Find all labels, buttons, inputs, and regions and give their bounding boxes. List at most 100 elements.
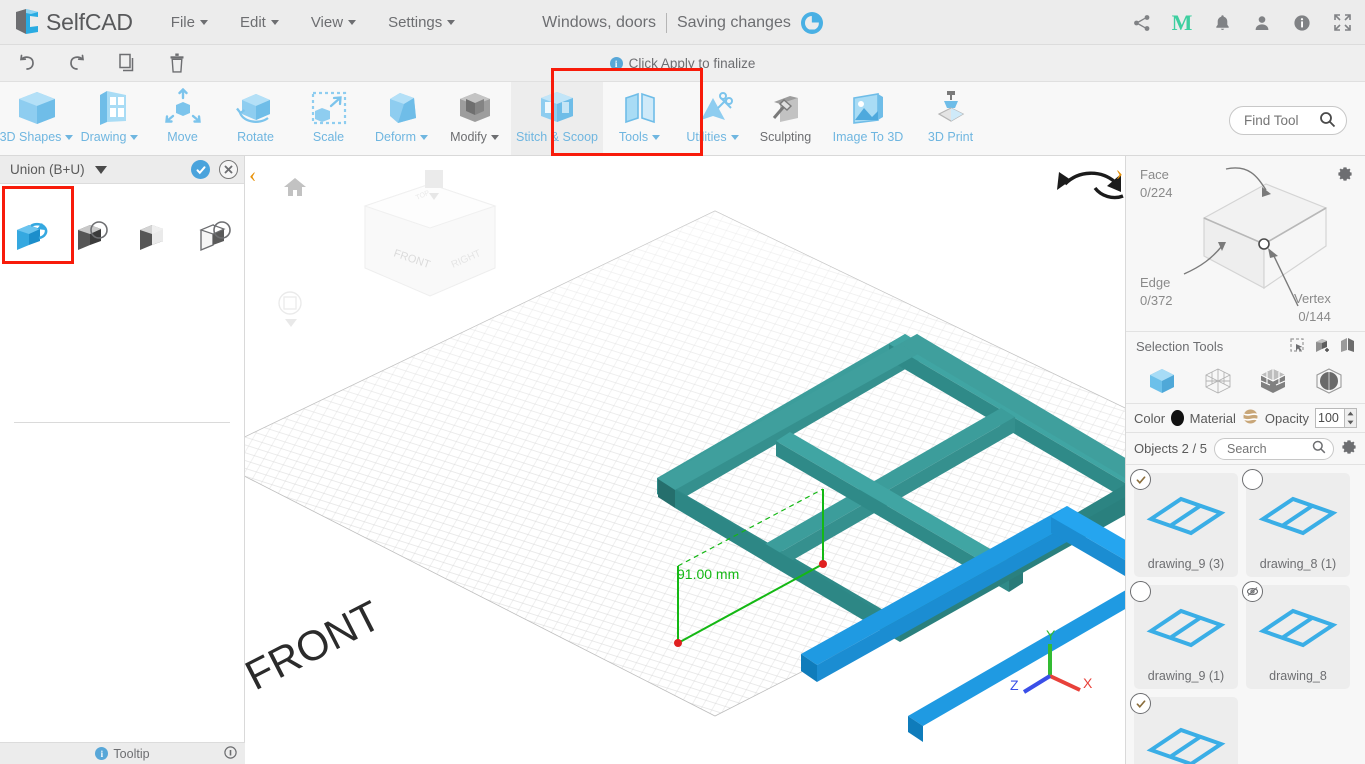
box-select-icon[interactable] — [1340, 337, 1355, 356]
ribbon-utilities[interactable]: Utilities — [676, 82, 749, 155]
delete-trash-icon[interactable] — [164, 51, 190, 75]
3d-print-icon — [929, 88, 973, 128]
ribbon-drawing[interactable]: Drawing — [73, 82, 146, 155]
objects-settings-gear-icon[interactable] — [1341, 439, 1357, 458]
menu-settings[interactable]: Settings — [372, 10, 471, 35]
brand[interactable]: SelfCAD — [14, 8, 133, 36]
ribbon-3d-print[interactable]: 3D Print — [914, 82, 987, 155]
object-card[interactable]: drawing_8 — [1242, 581, 1350, 689]
menu-file-label: File — [170, 13, 195, 31]
edge-count-label: Edge 0/372 — [1140, 274, 1173, 309]
viewport-collapse-right-icon[interactable]: › — [1116, 162, 1123, 184]
object-name: drawing_9 (3) — [1147, 557, 1225, 571]
footer-info-icon[interactable] — [224, 745, 237, 762]
object-card[interactable]: drawing_9 (1) — [1130, 581, 1238, 689]
chevron-down-icon[interactable] — [94, 165, 107, 174]
menu-edit[interactable]: Edit — [224, 10, 295, 35]
ribbon-sculpting[interactable]: Sculpting — [749, 82, 822, 155]
subtract-operation-button[interactable] — [61, 200, 122, 272]
objects-search-input[interactable] — [1226, 441, 1303, 456]
cancel-button[interactable] — [219, 160, 238, 179]
object-card[interactable]: drawing_9 (3) — [1130, 469, 1238, 577]
union-operation-button[interactable] — [0, 200, 61, 272]
ribbon-rotate[interactable]: Rotate — [219, 82, 292, 155]
ribbon-3d-shapes[interactable]: 3D Shapes — [0, 82, 74, 155]
object-visibility-toggle[interactable] — [1242, 469, 1263, 490]
viewport-collapse-left-icon[interactable]: ‹ — [249, 164, 256, 186]
svg-text:Y: Y — [1046, 627, 1056, 643]
main-menu: File Edit View Settings — [155, 10, 471, 35]
object-name: drawing_8 (1) — [1259, 557, 1337, 571]
search-icon[interactable] — [1312, 440, 1326, 457]
opacity-decrement[interactable] — [1345, 418, 1356, 427]
object-visibility-toggle[interactable] — [1130, 469, 1151, 490]
rectangle-select-icon[interactable] — [1290, 337, 1305, 356]
apply-button[interactable] — [191, 160, 210, 179]
object-hidden-toggle[interactable] — [1242, 581, 1263, 602]
selection-tool-icons — [1290, 337, 1355, 356]
opacity-stepper-arrows — [1344, 409, 1356, 427]
ribbon-scale[interactable]: Scale — [292, 82, 365, 155]
opacity-input[interactable] — [1316, 409, 1344, 427]
divider — [665, 12, 667, 33]
menu-view[interactable]: View — [295, 10, 372, 35]
info-icon[interactable] — [1291, 12, 1313, 34]
deform-icon — [380, 88, 424, 128]
menu-file[interactable]: File — [155, 10, 224, 35]
difference-operation-button[interactable] — [183, 200, 244, 272]
left-panel-title: Union (B+U) — [10, 162, 85, 177]
ribbon-stitch-and-scoop-label: Stitch & Scoop — [516, 130, 598, 144]
object-card[interactable] — [1130, 693, 1238, 764]
object-card[interactable]: drawing_8 (1) — [1242, 469, 1350, 577]
opacity-stepper[interactable] — [1315, 408, 1357, 428]
redo-icon[interactable] — [64, 51, 90, 75]
objects-search[interactable] — [1213, 437, 1334, 460]
object-name: drawing_9 (1) — [1147, 669, 1225, 683]
wireframe-mode-icon[interactable] — [1203, 366, 1233, 399]
image-to-3d-icon — [846, 88, 890, 128]
right-properties-panel: Face 0/224 Edge 0/372 Vertex 0/144 Selec… — [1125, 156, 1365, 764]
mailchimp-m-logo-icon[interactable]: M — [1171, 11, 1193, 34]
frame-thumb-icon — [1246, 585, 1350, 669]
ribbon-utilities-label: Utilities — [686, 130, 727, 144]
home-icon[interactable] — [283, 176, 307, 201]
ribbon-image-to-3d[interactable]: Image To 3D — [822, 82, 914, 155]
ribbon-stitch-and-scoop[interactable]: Stitch & Scoop — [511, 82, 603, 155]
color-swatch[interactable] — [1171, 410, 1184, 426]
divider — [14, 422, 230, 423]
intersect-operation-button[interactable] — [122, 200, 183, 272]
objects-grid: drawing_9 (3) drawing_8 (1) drawing_9 (1… — [1126, 465, 1365, 764]
find-tool-input[interactable] — [1244, 113, 1316, 128]
object-visibility-toggle[interactable] — [1130, 693, 1151, 714]
user-account-icon[interactable] — [1251, 12, 1273, 34]
rotate-cursor — [1057, 171, 1124, 200]
view-cube-widget: FRONT RIGHT TOP — [278, 170, 497, 327]
chevron-down-icon — [348, 19, 357, 25]
viewport-canvas[interactable]: FRONT RIGHT TOP FRONT Y X Z — [245, 156, 1125, 764]
face-mode-icon[interactable] — [1258, 366, 1288, 399]
search-icon[interactable] — [1319, 111, 1336, 131]
add-selection-icon[interactable] — [1314, 337, 1331, 356]
ribbon-tools[interactable]: Tools — [603, 82, 676, 155]
ribbon-deform[interactable]: Deform — [365, 82, 438, 155]
selection-tools-label: Selection Tools — [1136, 339, 1224, 354]
face-count-label: Face 0/224 — [1140, 166, 1173, 201]
ribbon-move[interactable]: Move — [146, 82, 219, 155]
vertex-mode-icon[interactable] — [1314, 366, 1344, 399]
share-icon[interactable] — [1131, 12, 1153, 34]
settings-gear-icon[interactable] — [1337, 166, 1353, 185]
face-value: 0/224 — [1140, 184, 1173, 200]
material-sphere-icon[interactable] — [1242, 408, 1259, 428]
notifications-bell-icon[interactable] — [1211, 12, 1233, 34]
chevron-down-icon — [130, 134, 139, 140]
primitive-mode-row — [1126, 361, 1365, 403]
fullscreen-icon[interactable] — [1331, 12, 1353, 34]
undo-icon[interactable] — [14, 51, 40, 75]
3d-viewport[interactable]: FRONT RIGHT TOP FRONT Y X Z 91.00 mm ‹ › — [245, 156, 1125, 764]
copy-icon[interactable] — [114, 51, 140, 75]
find-tool-search[interactable] — [1229, 106, 1347, 135]
object-visibility-toggle[interactable] — [1130, 581, 1151, 602]
ribbon-modify[interactable]: Modify — [438, 82, 511, 155]
object-mode-icon[interactable] — [1147, 366, 1177, 399]
opacity-increment[interactable] — [1345, 409, 1356, 418]
